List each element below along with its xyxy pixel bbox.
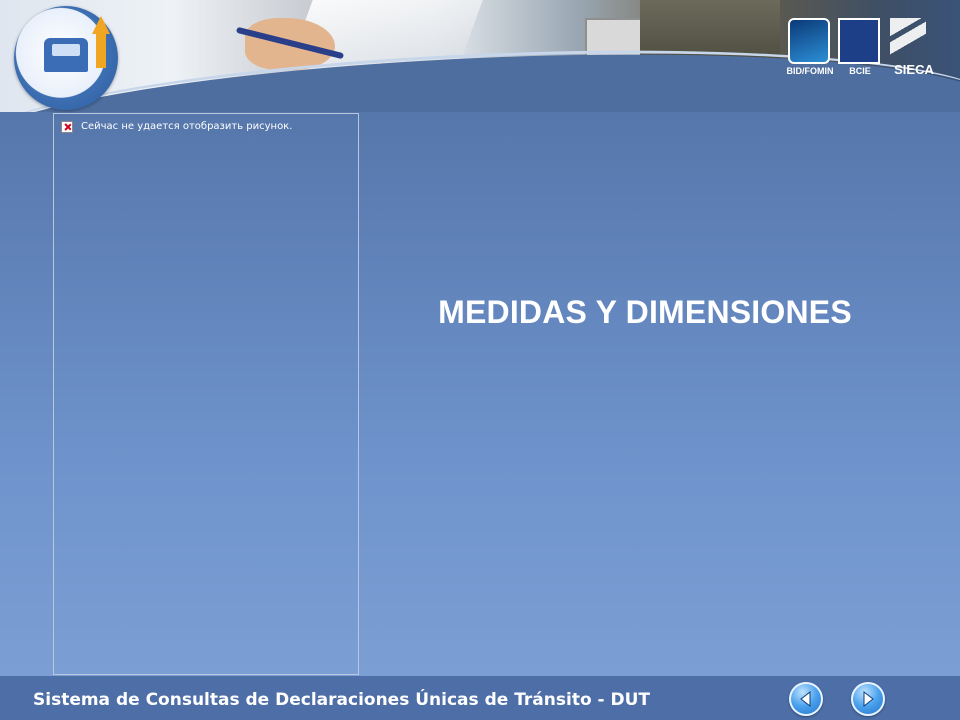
slide: BID/FOMIN BCIE SIECA Сейчас не удается о… (0, 0, 960, 720)
image-error-text: Сейчас не удается отобразить рисунок. (81, 121, 293, 132)
sieca-label: SIECA (894, 62, 934, 77)
previous-slide-button[interactable] (789, 682, 823, 716)
bid-fomin-logo-icon: BID/FOMIN (787, 18, 834, 76)
next-slide-button[interactable] (851, 682, 885, 716)
arrow-left-icon (800, 691, 811, 707)
partner-logos: BID/FOMIN BCIE SIECA (780, 18, 945, 83)
truck-icon (44, 38, 88, 72)
arrow-up-stem (96, 32, 106, 68)
bcie-label: BCIE (849, 66, 871, 76)
bcie-logo-icon: BCIE (838, 18, 880, 76)
sieca-logo-icon: SIECA (888, 18, 934, 77)
header-banner: BID/FOMIN BCIE SIECA (0, 0, 960, 112)
slide-title: MEDIDAS Y DIMENSIONES (438, 294, 852, 330)
customs-program-logo-icon (14, 6, 118, 110)
arrow-right-icon (863, 691, 874, 707)
bid-fomin-label: BID/FOMIN (786, 66, 834, 76)
broken-image-icon (61, 121, 73, 133)
sieca-map-mark (890, 18, 926, 58)
image-placeholder: Сейчас не удается отобразить рисунок. (53, 113, 359, 675)
footer-text: Sistema de Consultas de Declaraciones Ún… (33, 690, 651, 710)
